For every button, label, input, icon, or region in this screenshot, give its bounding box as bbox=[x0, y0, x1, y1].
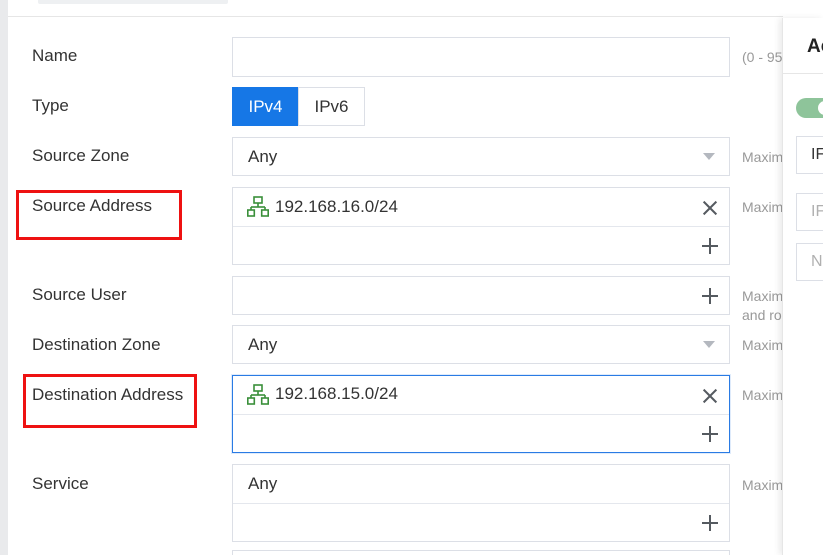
service-field: Any bbox=[232, 464, 730, 542]
name-hint: (0 - 95 bbox=[742, 49, 783, 65]
destination-address-field: 192.168.15.0/24 bbox=[232, 375, 730, 453]
source-zone-hint: Maxim bbox=[742, 149, 784, 165]
destination-address-hint: Maxim bbox=[742, 387, 784, 403]
destination-zone-label: Destination Zone bbox=[32, 335, 161, 354]
enable-toggle[interactable] bbox=[796, 98, 823, 118]
source-user-hint-2: and ro bbox=[742, 307, 782, 323]
type-label: Type bbox=[32, 96, 69, 115]
field-divider bbox=[233, 414, 729, 415]
type-ipv6-button[interactable]: IPv6 bbox=[298, 87, 365, 126]
service-hint: Maxim bbox=[742, 477, 784, 493]
destination-zone-value: Any bbox=[248, 335, 278, 354]
source-zone-label: Source Zone bbox=[32, 146, 130, 165]
plus-icon[interactable] bbox=[702, 238, 718, 254]
plus-icon[interactable] bbox=[702, 288, 718, 304]
left-strip bbox=[0, 0, 8, 555]
next-field-clipped[interactable] bbox=[232, 550, 730, 555]
chevron-down-icon bbox=[703, 341, 715, 348]
destination-address-label: Destination Address bbox=[32, 385, 184, 404]
source-address-field: 192.168.16.0/24 bbox=[232, 187, 730, 265]
field-divider bbox=[233, 503, 729, 504]
header-title-clipped bbox=[38, 0, 228, 4]
plus-icon[interactable] bbox=[702, 426, 718, 442]
chevron-down-icon bbox=[703, 153, 715, 160]
source-user-field bbox=[232, 276, 730, 315]
source-zone-select[interactable]: Any bbox=[232, 137, 730, 176]
plus-icon[interactable] bbox=[702, 515, 718, 531]
side-panel-divider bbox=[783, 73, 823, 74]
form-header bbox=[8, 0, 783, 17]
side-field-2[interactable]: IF bbox=[796, 193, 823, 231]
side-panel: Ac IF IF N bbox=[782, 18, 823, 555]
field-divider bbox=[233, 226, 729, 227]
name-label: Name bbox=[32, 46, 78, 65]
name-input[interactable] bbox=[232, 37, 730, 77]
service-label: Service bbox=[32, 474, 89, 493]
source-address-hint: Maxim bbox=[742, 199, 784, 215]
source-address-label: Source Address bbox=[32, 196, 153, 215]
source-user-label: Source User bbox=[32, 285, 127, 304]
side-panel-title: Ac bbox=[807, 36, 823, 57]
source-address-value: 192.168.16.0/24 bbox=[275, 197, 398, 216]
type-ipv4-button[interactable]: IPv4 bbox=[232, 87, 299, 126]
side-field-1[interactable]: IF bbox=[796, 136, 823, 174]
close-icon[interactable] bbox=[702, 200, 718, 216]
destination-address-value: 192.168.15.0/24 bbox=[275, 384, 398, 403]
service-value: Any bbox=[248, 474, 278, 493]
network-icon bbox=[247, 196, 269, 217]
source-zone-value: Any bbox=[248, 147, 278, 166]
network-icon bbox=[247, 384, 269, 405]
policy-form-page: Name (0 - 95 Type IPv4 IPv6 Source Zone … bbox=[0, 0, 823, 555]
destination-zone-hint: Maxim bbox=[742, 337, 784, 353]
source-user-hint: Maxim bbox=[742, 288, 784, 304]
close-icon[interactable] bbox=[702, 388, 718, 404]
side-field-3[interactable]: N bbox=[796, 243, 823, 281]
destination-zone-select[interactable]: Any bbox=[232, 325, 730, 364]
